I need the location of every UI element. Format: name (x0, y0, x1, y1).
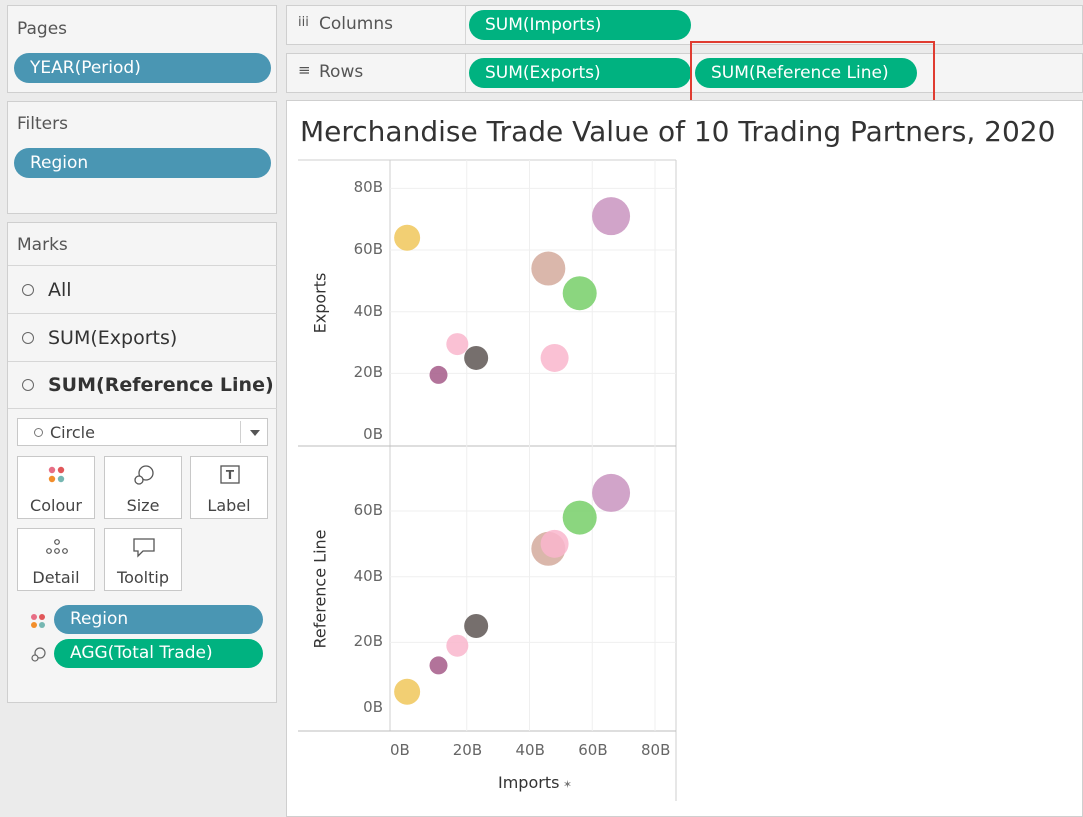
dropdown-separator (240, 421, 241, 443)
detail-button[interactable]: Detail (17, 528, 95, 591)
colour-icon (48, 466, 65, 483)
columns-shelf: iii Columns SUM(Imports) (286, 5, 1083, 45)
highlight-box (690, 41, 935, 105)
tooltip-button[interactable]: Tooltip (104, 528, 182, 591)
marks-title: Marks (17, 235, 68, 255)
columns-label: Columns (319, 14, 393, 34)
mark-type-dropdown[interactable]: Circle (17, 418, 268, 446)
x-tick-label: 40B (515, 741, 545, 759)
label-button[interactable]: T Label (190, 456, 268, 519)
x-tick-label: 20B (452, 741, 483, 759)
colour-button[interactable]: Colour (17, 456, 95, 519)
data-point[interactable] (464, 614, 489, 638)
scatter-chart (298, 159, 677, 801)
data-point[interactable] (394, 224, 421, 251)
chart-layer: 0B 20B 40B 60B 80B Imports ✶ 0B 20B 40B 60B 80B Exp… (287, 101, 1083, 817)
colour-icon (31, 614, 45, 628)
data-point[interactable] (531, 251, 566, 286)
y-tick-label: 80B (353, 178, 383, 197)
y-tick-label: 40B (353, 301, 383, 320)
circle-icon (34, 428, 43, 437)
columns-icon: iii (298, 15, 309, 30)
marks-region-pill[interactable]: Region (54, 605, 263, 634)
size-icon (31, 647, 46, 662)
size-icon (134, 465, 154, 485)
marks-row-label: All (48, 278, 72, 301)
viz-area: Merchandise Trade Value of 10 Trading Pa… (286, 100, 1083, 817)
pages-title: Pages (17, 19, 68, 39)
chevron-down-icon[interactable] (250, 430, 260, 436)
data-point[interactable] (446, 333, 469, 356)
data-point[interactable] (592, 473, 631, 512)
x-axis-title: Imports ✶ (498, 773, 573, 792)
data-point[interactable] (562, 276, 597, 311)
marks-row-label: SUM(Reference Line) (48, 374, 274, 396)
detail-label: Detail (32, 568, 80, 587)
rows-label: Rows (319, 62, 364, 82)
label-label: Label (207, 496, 251, 515)
pages-year-period-pill[interactable]: YEAR(Period) (14, 53, 271, 83)
data-point[interactable] (429, 365, 448, 384)
data-point[interactable] (394, 678, 421, 705)
data-point[interactable] (429, 656, 448, 675)
data-point[interactable] (464, 345, 489, 370)
marks-row-sum-reference-line[interactable]: SUM(Reference Line) (8, 361, 277, 409)
data-point[interactable] (592, 197, 631, 236)
data-point[interactable] (446, 634, 469, 657)
radio-icon (22, 331, 34, 344)
mark-type-value: Circle (50, 423, 95, 442)
filters-region-pill[interactable]: Region (14, 148, 271, 178)
marks-row-sum-exports[interactable]: SUM(Exports) (8, 313, 277, 361)
rows-sum-exports-pill[interactable]: SUM(Exports) (469, 58, 691, 88)
x-tick-label: 0B (390, 741, 410, 759)
radio-icon (22, 379, 34, 391)
x-tick-label: 60B (578, 741, 608, 759)
size-label: Size (126, 496, 160, 515)
pin-icon: ✶ (559, 778, 573, 791)
marks-row-all[interactable]: All (8, 265, 277, 313)
marks-card: Marks All SUM(Exports) SUM(Reference Lin… (7, 222, 277, 703)
rows-shelf-label: ≡ Rows (287, 54, 466, 92)
marks-total-trade-pill[interactable]: AGG(Total Trade) (54, 639, 263, 668)
rows-shelf: ≡ Rows SUM(Exports) SUM(Reference Line) (286, 53, 1083, 93)
text-label-icon: T (220, 465, 240, 484)
filters-title: Filters (17, 114, 68, 134)
y-tick-label: 60B (353, 501, 383, 519)
tooltip-icon (133, 538, 155, 558)
rows-icon: ≡ (298, 61, 311, 79)
data-point[interactable] (540, 343, 569, 372)
detail-icon (46, 539, 68, 554)
y-tick-label: 0B (363, 698, 383, 717)
tooltip-label: Tooltip (117, 568, 169, 587)
svg-text:T: T (226, 468, 235, 482)
marks-row-label: SUM(Exports) (48, 326, 178, 349)
y-tick-label: 0B (363, 425, 383, 443)
y-tick-label: 20B (353, 363, 383, 382)
filters-shelf: Filters Region (7, 101, 277, 214)
y-tick-label: 40B (353, 566, 383, 585)
columns-sum-imports-pill[interactable]: SUM(Imports) (469, 10, 691, 40)
x-tick-label: 80B (641, 741, 671, 759)
y-axis-title: Exports (310, 272, 330, 334)
columns-shelf-label: iii Columns (287, 6, 466, 44)
size-button[interactable]: Size (104, 456, 182, 519)
y-tick-label: 20B (353, 632, 383, 651)
data-point[interactable] (562, 500, 597, 535)
data-point[interactable] (540, 529, 569, 558)
radio-icon (22, 283, 34, 296)
pages-shelf: Pages YEAR(Period) (7, 5, 277, 93)
y-tick-label: 60B (353, 240, 383, 259)
y-axis-title: Reference Line (310, 529, 330, 648)
colour-label: Colour (30, 496, 82, 515)
